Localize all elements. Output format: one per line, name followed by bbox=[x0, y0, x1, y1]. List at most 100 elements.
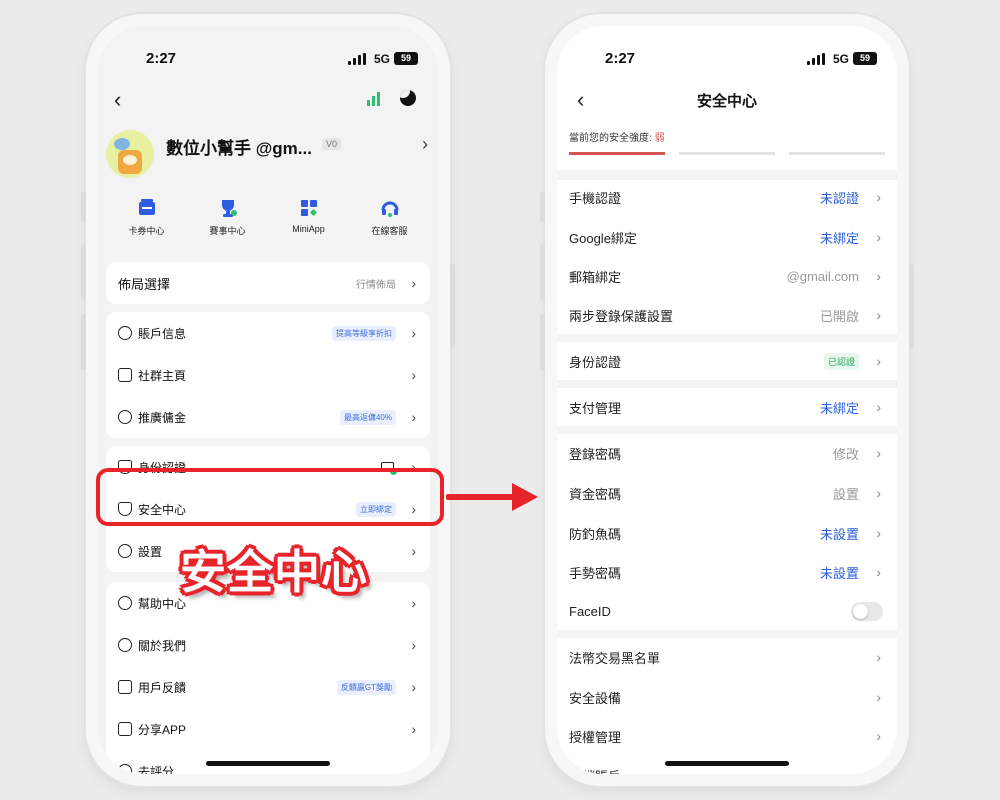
about-row[interactable]: 關於我們 › bbox=[106, 624, 430, 666]
chevron-right-icon: › bbox=[876, 307, 881, 323]
status-time: 2:27 bbox=[605, 50, 636, 67]
home-indicator bbox=[665, 761, 789, 766]
row-label: 支付管理 bbox=[569, 400, 622, 416]
authorization-row[interactable]: 授權管理 › bbox=[569, 717, 885, 755]
promo-tag: 反饋贏GT獎勵 bbox=[336, 679, 396, 695]
promo-tag: 提高等級享折扣 bbox=[332, 325, 396, 341]
two-step-row[interactable]: 兩步登錄保護設置 已開啟 › bbox=[569, 296, 885, 334]
shortcut-label: 賽事中心 bbox=[209, 226, 246, 236]
headset-icon bbox=[379, 198, 401, 218]
row-label: 推廣傭金 bbox=[138, 410, 187, 425]
battery-icon: 59 bbox=[394, 52, 418, 65]
page-title: 安全中心 bbox=[696, 93, 757, 110]
row-value: 已開啟 bbox=[819, 308, 859, 324]
p2p-blacklist-row[interactable]: 法幣交易黑名單 › bbox=[569, 638, 885, 676]
referral-row[interactable]: 推廣傭金 最高返傭40% › bbox=[106, 396, 430, 438]
row-label: 登錄密碼 bbox=[569, 446, 622, 462]
chevron-right-icon: › bbox=[411, 637, 416, 653]
payment-manage-row[interactable]: 支付管理 未綁定 › bbox=[569, 388, 885, 426]
signal-icon bbox=[807, 53, 825, 65]
row-label: 分享APP bbox=[138, 722, 187, 737]
feedback-row[interactable]: 用戶反饋 反饋贏GT獎勵 › bbox=[106, 666, 430, 708]
row-label: 賬戶信息 bbox=[138, 326, 187, 341]
dark-mode-icon[interactable] bbox=[400, 90, 416, 106]
feedback-icon bbox=[118, 680, 132, 694]
anti-phishing-row[interactable]: 防釣魚碼 未設置 › bbox=[569, 514, 885, 552]
status-bar: 2:27 5G 59 bbox=[557, 50, 897, 70]
row-label: 社群主頁 bbox=[138, 368, 187, 383]
home-indicator bbox=[206, 761, 330, 766]
phone-side-button bbox=[909, 264, 914, 348]
coins-icon bbox=[118, 410, 132, 424]
security-devices-row[interactable]: 安全設備 › bbox=[569, 678, 885, 716]
row-value: 行情佈局 bbox=[356, 279, 396, 291]
layout-card: 佈局選擇 行情佈局 › bbox=[106, 262, 430, 304]
section-divider bbox=[557, 630, 897, 638]
phone-side-button bbox=[450, 264, 455, 348]
row-label: 關於我們 bbox=[138, 638, 187, 653]
shortcut-online-support[interactable]: 在線客服 bbox=[349, 186, 430, 256]
arrow-right-icon bbox=[446, 494, 522, 500]
phone-verify-row[interactable]: 手機認證 未認證 › bbox=[569, 178, 885, 216]
email-bind-row[interactable]: 郵箱綁定 @gmail.com › bbox=[569, 257, 885, 295]
back-icon[interactable]: ‹ bbox=[114, 89, 121, 111]
battery-icon: 59 bbox=[853, 52, 877, 65]
row-label: 手勢密碼 bbox=[569, 565, 622, 581]
phone-side-button bbox=[81, 314, 86, 370]
row-label: 法幣交易黑名單 bbox=[569, 650, 661, 666]
row-value: 未設置 bbox=[819, 526, 859, 542]
row-label: 安全設備 bbox=[569, 690, 622, 706]
chevron-right-icon: › bbox=[876, 564, 881, 580]
layout-select-row[interactable]: 佈局選擇 行情佈局 › bbox=[106, 262, 430, 304]
chevron-right-icon: › bbox=[411, 679, 416, 695]
section-divider bbox=[557, 334, 897, 342]
phone-side-button bbox=[81, 244, 86, 300]
faceid-toggle[interactable] bbox=[851, 601, 883, 621]
row-value: 未綁定 bbox=[819, 400, 859, 416]
chevron-right-icon: › bbox=[876, 229, 881, 245]
strength-meter bbox=[569, 152, 885, 155]
row-label: 授權管理 bbox=[569, 729, 622, 745]
phone-side-button bbox=[540, 314, 545, 370]
faceid-row: FaceID bbox=[569, 592, 885, 630]
promo-tag: 最高返傭40% bbox=[339, 409, 396, 425]
row-value: 修改 bbox=[832, 446, 859, 462]
community-row[interactable]: 社群主頁 › bbox=[106, 354, 430, 396]
shortcut-label: MiniApp bbox=[292, 224, 325, 234]
row-label: 兩步登錄保護設置 bbox=[569, 308, 674, 324]
phone-side-button bbox=[540, 192, 545, 222]
security-header: ‹ 安全中心 bbox=[557, 86, 897, 116]
profile-row[interactable]: 數位小幫手 @gm... V0 › bbox=[106, 126, 428, 178]
signal-icon bbox=[348, 53, 366, 65]
miniapp-icon bbox=[298, 198, 320, 218]
account-info-row[interactable]: 賬戶信息 提高等級享折扣 › bbox=[106, 312, 430, 354]
strength-value: 弱 bbox=[654, 133, 665, 144]
arrow-head-icon bbox=[512, 483, 538, 511]
network-label: 5G bbox=[373, 52, 390, 66]
chevron-right-icon: › bbox=[876, 767, 881, 774]
shortcut-bar: 卡券中心 賽事中心 MiniApp 在線客服 bbox=[106, 186, 430, 256]
security-center-highlight bbox=[96, 468, 444, 526]
phone-side-button bbox=[540, 244, 545, 300]
shortcut-event-center[interactable]: 賽事中心 bbox=[187, 186, 268, 256]
shortcut-ticket-center[interactable]: 卡券中心 bbox=[106, 186, 187, 256]
chevron-right-icon: › bbox=[876, 353, 881, 369]
google-bind-row[interactable]: Google綁定 未綁定 › bbox=[569, 218, 885, 256]
row-label: 佈局選擇 bbox=[118, 276, 171, 292]
login-password-row[interactable]: 登錄密碼 修改 › bbox=[569, 434, 885, 472]
help-icon bbox=[118, 596, 132, 610]
fund-password-row[interactable]: 資金密碼 設置 › bbox=[569, 474, 885, 512]
settings-icon bbox=[118, 544, 132, 558]
market-bars-icon[interactable] bbox=[367, 92, 380, 106]
strength-segment bbox=[569, 152, 665, 155]
shortcut-label: 在線客服 bbox=[371, 226, 408, 236]
identity-verify-row[interactable]: 身份認證 已認證 › bbox=[569, 342, 885, 380]
chevron-right-icon: › bbox=[411, 721, 416, 737]
avatar bbox=[106, 130, 154, 178]
gesture-password-row[interactable]: 手勢密碼 未設置 › bbox=[569, 553, 885, 591]
chevron-right-icon: › bbox=[876, 399, 881, 415]
username: 數位小幫手 @gm... bbox=[166, 139, 312, 158]
share-app-row[interactable]: 分享APP › bbox=[106, 708, 430, 750]
shortcut-miniapp[interactable]: MiniApp bbox=[268, 186, 349, 256]
star-icon bbox=[118, 764, 132, 774]
